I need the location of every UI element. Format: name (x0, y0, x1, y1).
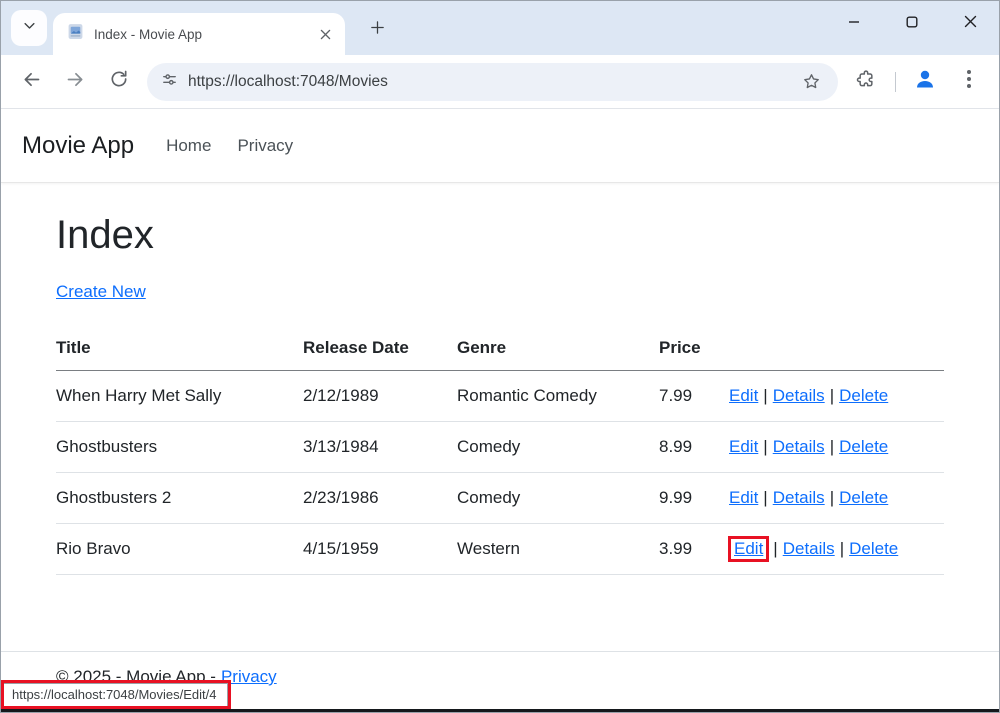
delete-link[interactable]: Delete (839, 386, 888, 405)
annotation-highlight-box: Edit (728, 536, 769, 562)
action-separator: | (758, 386, 772, 405)
cell-actions: Edit|Details|Delete (729, 371, 944, 422)
cell-release-date: 2/12/1989 (303, 371, 457, 422)
maximize-icon (906, 15, 918, 33)
cell-price: 3.99 (659, 524, 729, 575)
address-bar[interactable]: https://localhost:7048/Movies (147, 63, 838, 101)
col-header-release-date: Release Date (303, 328, 457, 371)
page-title: Index (56, 213, 944, 258)
profile-avatar-icon (913, 67, 937, 96)
main-content: Index Create New Title Release Date Genr… (1, 183, 999, 575)
cell-genre: Comedy (457, 473, 659, 524)
extensions-button[interactable] (844, 60, 888, 104)
nav-links: Home Privacy (166, 136, 293, 156)
link-status-bar: https://localhost:7048/Movies/Edit/4 (4, 683, 228, 706)
details-link[interactable]: Details (783, 539, 835, 558)
browser-menu-button[interactable] (947, 60, 991, 104)
cell-title: Ghostbusters 2 (56, 473, 303, 524)
bookmark-star-icon[interactable] (794, 65, 828, 99)
nav-link-privacy[interactable]: Privacy (237, 136, 293, 156)
col-header-genre: Genre (457, 328, 659, 371)
col-header-price: Price (659, 328, 729, 371)
tab-strip: Index - Movie App (1, 1, 999, 55)
forward-button[interactable] (53, 60, 97, 104)
details-link[interactable]: Details (773, 488, 825, 507)
tab-favicon-icon (67, 23, 84, 45)
reload-icon (109, 69, 129, 94)
cell-genre: Romantic Comedy (457, 371, 659, 422)
puzzle-icon (856, 69, 876, 94)
forward-arrow-icon (65, 69, 86, 95)
col-header-actions (729, 328, 944, 371)
action-separator: | (825, 437, 839, 456)
delete-link[interactable]: Delete (839, 488, 888, 507)
table-row: Ghostbusters 3/13/1984 Comedy 8.99 Edit|… (56, 422, 944, 473)
edit-link[interactable]: Edit (729, 488, 758, 507)
tab-title: Index - Movie App (94, 27, 315, 42)
table-row: When Harry Met Sally 2/12/1989 Romantic … (56, 371, 944, 422)
chevron-down-icon (22, 18, 37, 38)
browser-toolbar: https://localhost:7048/Movies (1, 55, 999, 109)
cell-release-date: 3/13/1984 (303, 422, 457, 473)
minimize-icon (848, 15, 860, 33)
close-button[interactable] (941, 1, 999, 47)
new-tab-button[interactable] (361, 14, 393, 46)
action-separator: | (825, 488, 839, 507)
site-navbar: Movie App Home Privacy (1, 109, 999, 183)
browser-tab[interactable]: Index - Movie App (53, 13, 345, 55)
edit-link-highlighted[interactable]: Edit (734, 539, 763, 558)
cell-price: 9.99 (659, 473, 729, 524)
profile-button[interactable] (903, 60, 947, 104)
create-new-link[interactable]: Create New (56, 282, 146, 302)
tab-search-button[interactable] (11, 10, 47, 46)
back-button[interactable] (9, 60, 53, 104)
window-bottom-edge (1, 709, 999, 712)
plus-icon (369, 19, 386, 41)
cell-release-date: 2/23/1986 (303, 473, 457, 524)
edit-link[interactable]: Edit (729, 437, 758, 456)
col-header-title: Title (56, 328, 303, 371)
action-separator: | (768, 539, 782, 558)
action-separator: | (758, 488, 772, 507)
cell-actions: Edit|Details|Delete (729, 422, 944, 473)
window-controls (825, 1, 999, 47)
three-dot-menu-icon (967, 70, 971, 93)
action-separator: | (835, 539, 849, 558)
table-row: Ghostbusters 2 2/23/1986 Comedy 9.99 Edi… (56, 473, 944, 524)
movies-table: Title Release Date Genre Price When Harr… (56, 328, 944, 575)
cell-actions: Edit|Details|Delete (729, 473, 944, 524)
delete-link[interactable]: Delete (849, 539, 898, 558)
details-link[interactable]: Details (773, 437, 825, 456)
action-separator: | (758, 437, 772, 456)
cell-price: 7.99 (659, 371, 729, 422)
minimize-button[interactable] (825, 1, 883, 47)
details-link[interactable]: Details (773, 386, 825, 405)
url-text[interactable]: https://localhost:7048/Movies (188, 73, 794, 91)
cell-title: Rio Bravo (56, 524, 303, 575)
cell-title: When Harry Met Sally (56, 371, 303, 422)
nav-link-home[interactable]: Home (166, 136, 211, 156)
toolbar-divider (895, 72, 896, 92)
site-settings-icon[interactable] (161, 71, 178, 93)
cell-release-date: 4/15/1959 (303, 524, 457, 575)
browser-window: Index - Movie App (0, 0, 1000, 713)
cell-genre: Western (457, 524, 659, 575)
cell-genre: Comedy (457, 422, 659, 473)
brand-link[interactable]: Movie App (22, 132, 134, 160)
back-arrow-icon (21, 69, 42, 95)
action-separator: | (825, 386, 839, 405)
table-header-row: Title Release Date Genre Price (56, 328, 944, 371)
reload-button[interactable] (97, 60, 141, 104)
delete-link[interactable]: Delete (839, 437, 888, 456)
annotation-highlight-box: https://localhost:7048/Movies/Edit/4 (1, 680, 231, 709)
cell-price: 8.99 (659, 422, 729, 473)
page-content: Movie App Home Privacy Index Create New … (1, 109, 999, 712)
cell-title: Ghostbusters (56, 422, 303, 473)
maximize-button[interactable] (883, 1, 941, 47)
tab-close-icon[interactable] (315, 24, 335, 44)
edit-link[interactable]: Edit (729, 386, 758, 405)
close-icon (964, 15, 977, 33)
cell-actions: Edit|Details|Delete (729, 524, 944, 575)
table-row: Rio Bravo 4/15/1959 Western 3.99 Edit|De… (56, 524, 944, 575)
